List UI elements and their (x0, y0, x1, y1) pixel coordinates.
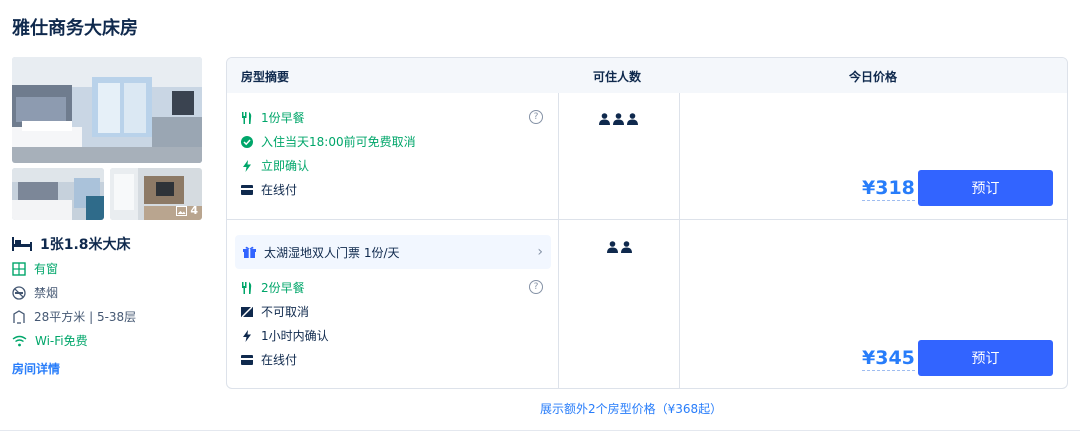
room-photo-thumb-2[interactable]: 4 (110, 168, 202, 220)
no-smoking-icon (12, 285, 26, 300)
header-summary: 房型摘要 (241, 70, 290, 84)
lightning-icon (243, 159, 251, 172)
gift-label: 太湖湿地双人门票 1份/天 (264, 245, 400, 260)
photo-count-text: 4 (190, 204, 198, 217)
room-title: 雅仕商务大床房 (12, 18, 138, 39)
chevron-right-icon: › (537, 244, 543, 260)
facility-wifi: Wi-Fi免费 (12, 332, 88, 349)
show-more-rates-link[interactable]: 展示额外2个房型价格（¥368起） (540, 400, 722, 417)
divider (0, 430, 1080, 431)
wifi-icon (12, 335, 27, 346)
facility-nosmoking: 禁烟 (12, 284, 58, 301)
bed-info: 1张1.8米大床 (12, 234, 131, 254)
gift-icon (243, 246, 256, 258)
person-icon (599, 113, 610, 125)
feature-confirm: 立即确认 (241, 157, 309, 174)
feature-cancel: 不可取消 (241, 303, 309, 320)
info-icon[interactable]: ? (529, 110, 543, 124)
feature-breakfast: 1份早餐 (241, 109, 305, 126)
info-icon[interactable]: ? (529, 280, 543, 294)
photo-count-badge: 4 (176, 204, 198, 217)
rate-table: 房型摘要 可住人数 今日价格 1份早餐 ? 入住当天18:00前可免费取消 立即… (226, 57, 1068, 389)
feature-payment: 在线付 (241, 181, 297, 198)
breakfast-icon (242, 281, 252, 294)
rate-row: 1份早餐 ? 入住当天18:00前可免费取消 立即确认 在线付 ¥318 预订 (227, 93, 1067, 220)
feature-breakfast: 2份早餐 (241, 279, 305, 296)
person-icon (613, 113, 624, 125)
room-photo-main[interactable] (12, 57, 202, 163)
header-people: 可住人数 (593, 70, 642, 84)
header-price: 今日价格 (849, 70, 898, 84)
image-icon (176, 205, 188, 216)
facility-area-floor: 28平方米 | 5-38层 (12, 308, 136, 325)
card-icon (241, 184, 253, 195)
room-detail-link[interactable]: 房间详情 (12, 360, 60, 377)
person-icon (621, 241, 632, 253)
facility-window: 有窗 (12, 260, 58, 277)
person-icon (627, 113, 638, 125)
occupancy-2 (607, 241, 632, 253)
feature-payment: 在线付 (241, 351, 297, 368)
window-icon (12, 261, 26, 276)
price: ¥318 (862, 177, 915, 201)
breakfast-icon (242, 111, 252, 124)
book-button[interactable]: 预订 (918, 170, 1053, 206)
rate-row: 太湖湿地双人门票 1份/天 › 2份早餐 ? 不可取消 1小时内确认 在线付 ¥… (227, 221, 1067, 388)
occupancy-3 (599, 113, 638, 125)
check-circle-icon (241, 135, 253, 148)
price: ¥345 (862, 347, 915, 371)
book-button[interactable]: 预订 (918, 340, 1053, 376)
gift-package[interactable]: 太湖湿地双人门票 1份/天 › (235, 235, 551, 269)
feature-confirm: 1小时内确认 (241, 327, 329, 344)
room-photo-thumb-1[interactable] (12, 168, 104, 220)
bed-icon (12, 237, 32, 251)
card-icon (241, 354, 253, 365)
lightning-icon (243, 329, 251, 342)
area-icon (13, 309, 25, 324)
person-icon (607, 241, 618, 253)
feature-cancel: 入住当天18:00前可免费取消 (241, 133, 416, 150)
no-cancel-icon (241, 305, 253, 318)
bed-label: 1张1.8米大床 (40, 237, 131, 253)
table-header: 房型摘要 可住人数 今日价格 (227, 58, 1067, 93)
